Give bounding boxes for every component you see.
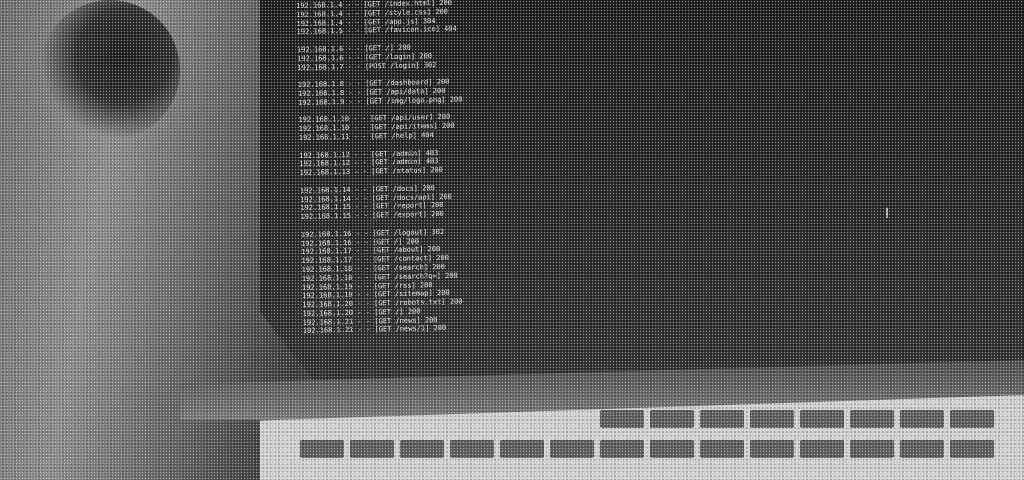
photo-grain-overlay	[0, 0, 1024, 480]
